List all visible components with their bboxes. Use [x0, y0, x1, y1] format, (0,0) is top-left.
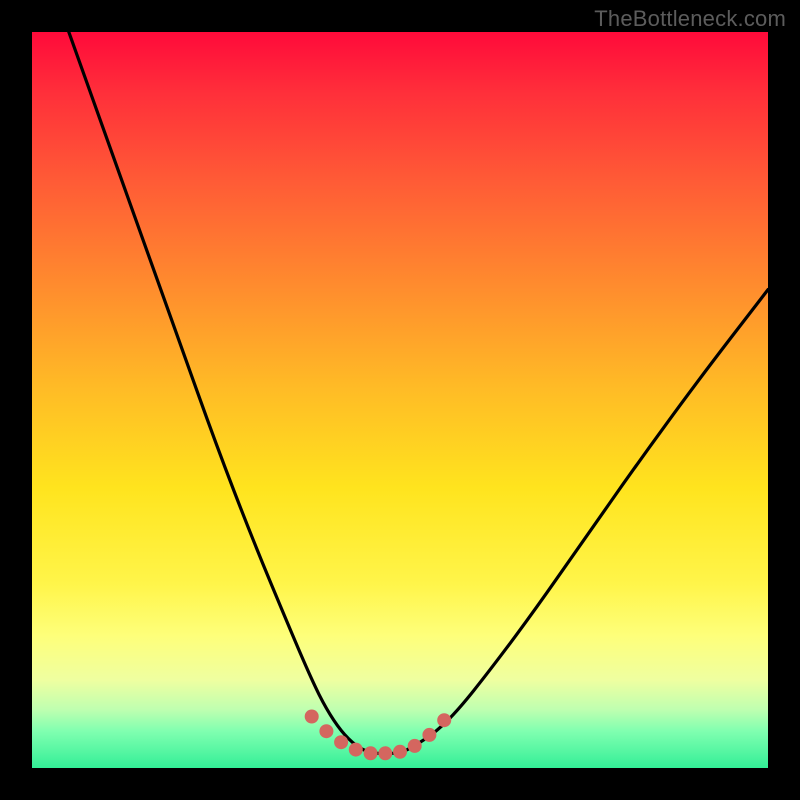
bottleneck-curve-svg [32, 32, 768, 768]
bottleneck-marker [334, 735, 348, 749]
bottleneck-marker [364, 746, 378, 760]
bottleneck-curve [69, 32, 768, 753]
watermark-text: TheBottleneck.com [594, 6, 786, 32]
bottleneck-marker [349, 743, 363, 757]
bottleneck-marker [437, 713, 451, 727]
bottleneck-marker [319, 724, 333, 738]
bottleneck-marker [393, 745, 407, 759]
bottleneck-marker [378, 746, 392, 760]
bottleneck-marker [408, 739, 422, 753]
chart-frame: TheBottleneck.com [0, 0, 800, 800]
bottleneck-marker [305, 710, 319, 724]
bottleneck-marker [422, 728, 436, 742]
plot-area [32, 32, 768, 768]
